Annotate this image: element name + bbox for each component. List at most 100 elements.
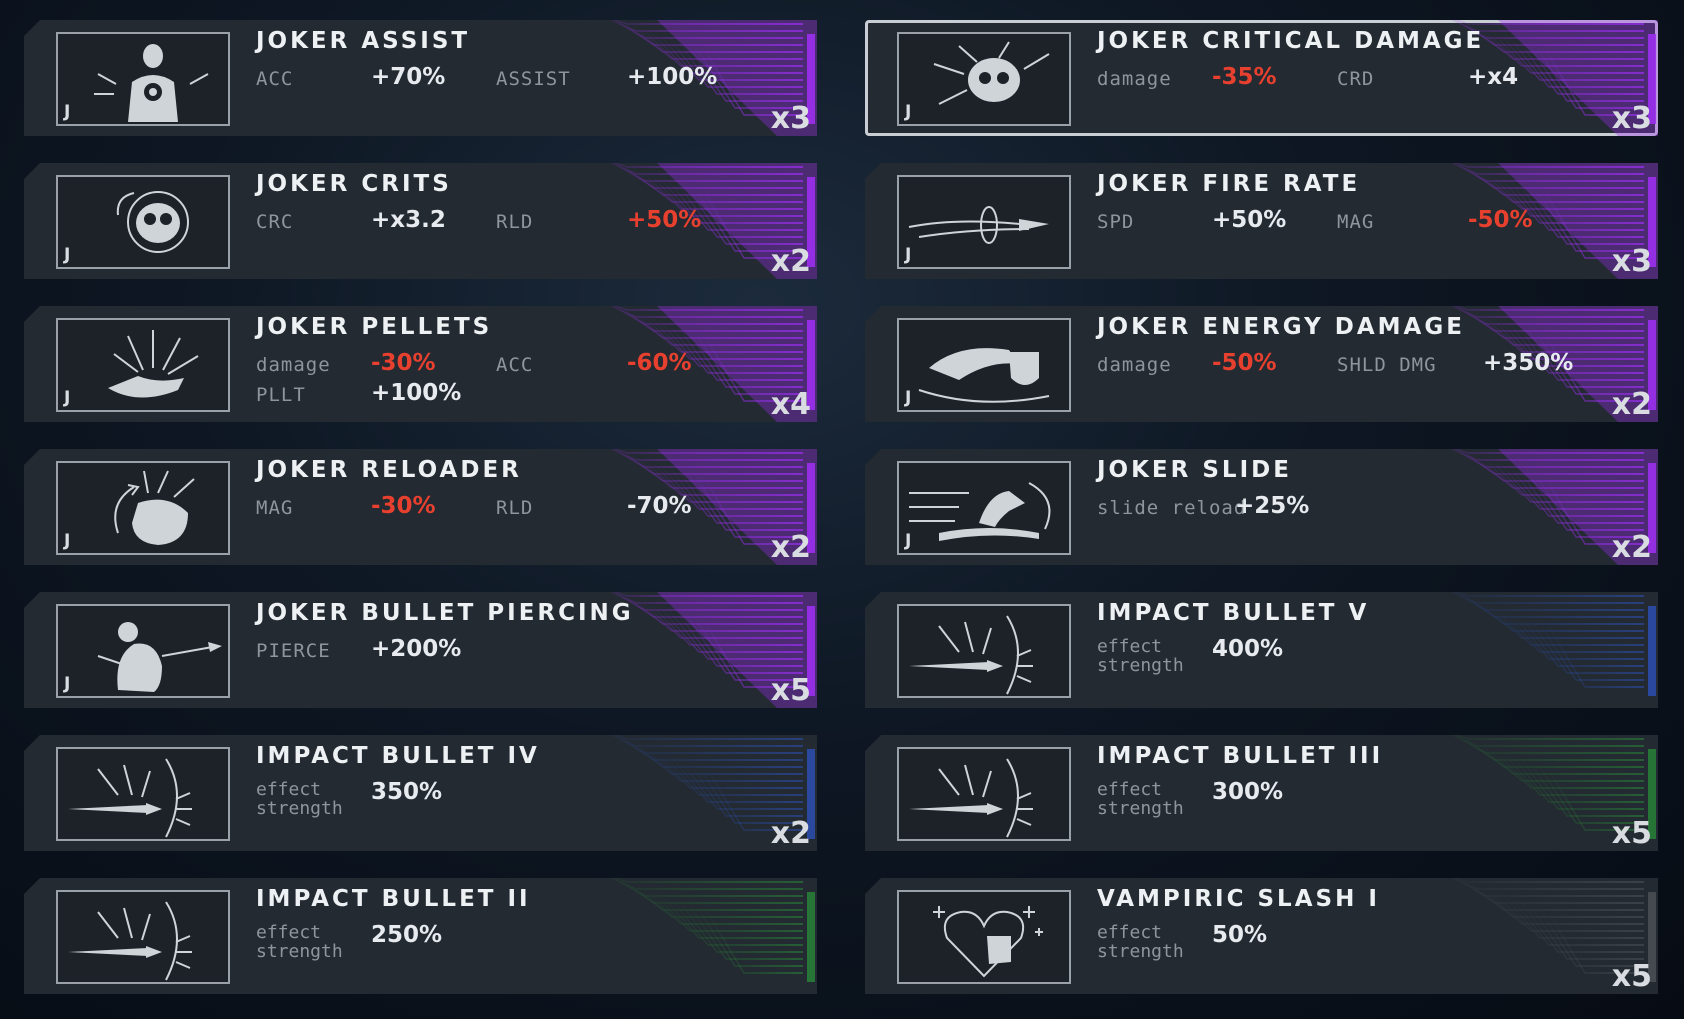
stat-value: +50% <box>627 207 702 233</box>
stat-value: +x3.2 <box>371 207 446 233</box>
stat-value: +200% <box>371 636 462 662</box>
tier-badge: J <box>64 245 71 265</box>
mod-card-joker-assist[interactable]: J JOKER ASSIST ACC +70% ASSIST +100% x3 <box>24 20 817 136</box>
stat-label: RLD <box>496 211 534 233</box>
tier-badge: J <box>905 245 912 265</box>
heart-fist-icon <box>897 890 1071 984</box>
stat-value: -70% <box>627 493 692 519</box>
mod-card-joker-bullet-piercing[interactable]: J JOKER BULLET PIERCING PIERCE +200% x5 <box>24 592 817 708</box>
stat-label: SHLD DMG <box>1337 354 1437 376</box>
stat-value: -50% <box>1212 350 1277 376</box>
mod-card-joker-reloader[interactable]: J JOKER RELOADER MAG -30% RLD -70% x2 <box>24 449 817 565</box>
tier-badge: J <box>905 531 912 551</box>
mod-card-joker-pellets[interactable]: J JOKER PELLETS damage -30% ACC -60% PLLT +100%… <box>24 306 817 422</box>
mod-count: x5 <box>1611 959 1652 994</box>
mod-card-impact-bullet-ii[interactable]: IMPACT BULLET II effect strength 250% <box>24 878 817 994</box>
mod-count: x4 <box>770 387 811 422</box>
mod-title: IMPACT BULLET V <box>1097 600 1370 626</box>
mod-count: x3 <box>1611 101 1652 136</box>
stat-label: ACC <box>256 68 294 90</box>
mod-count: x5 <box>1611 816 1652 851</box>
exploding-skull-icon: J <box>897 32 1071 126</box>
stat-label: effect strength <box>1097 922 1184 962</box>
stat-label: MAG <box>1337 211 1375 233</box>
stat-label: SPD <box>1097 211 1135 233</box>
rarity-accent <box>577 878 817 994</box>
stat-value: -30% <box>371 350 436 376</box>
stat-value: +350% <box>1483 350 1574 376</box>
mod-count: x3 <box>770 101 811 136</box>
mod-count: x2 <box>770 530 811 565</box>
stat-value: 350% <box>371 779 443 805</box>
stat-value: -60% <box>627 350 692 376</box>
stat-value: +100% <box>627 64 718 90</box>
stat-value: +x4 <box>1468 64 1519 90</box>
mod-count: x2 <box>770 244 811 279</box>
stat-label: damage <box>1097 68 1172 90</box>
stat-value: -35% <box>1212 64 1277 90</box>
stat-label: RLD <box>496 497 534 519</box>
impact-bullet-icon <box>56 890 230 984</box>
tier-badge: J <box>64 674 71 694</box>
stat-label: effect strength <box>256 922 343 962</box>
stat-value: +25% <box>1235 493 1310 519</box>
stat-label: CRD <box>1337 68 1375 90</box>
stat-value: 50% <box>1212 922 1268 948</box>
stat-value: +50% <box>1212 207 1287 233</box>
mod-title: JOKER ASSIST <box>256 28 471 54</box>
tier-badge: J <box>64 388 71 408</box>
stat-value: 400% <box>1212 636 1284 662</box>
reload-fist-icon: J <box>56 461 230 555</box>
mod-card-joker-slide[interactable]: J JOKER SLIDE slide reload +25% x2 <box>865 449 1658 565</box>
target-man-icon: J <box>56 32 230 126</box>
stat-label: effect strength <box>256 779 343 819</box>
mod-count: x2 <box>1611 530 1652 565</box>
mod-card-vampiric-slash-i[interactable]: VAMPIRIC SLASH I effect strength 50% x5 <box>865 878 1658 994</box>
mod-card-joker-fire-rate[interactable]: J JOKER FIRE RATE SPD +50% MAG -50% x3 <box>865 163 1658 279</box>
mod-title: JOKER ENERGY DAMAGE <box>1097 314 1465 340</box>
mod-title: JOKER PELLETS <box>256 314 493 340</box>
stat-label: PLLT <box>256 384 306 406</box>
mod-title: IMPACT BULLET III <box>1097 743 1384 769</box>
mod-card-impact-bullet-iii[interactable]: IMPACT BULLET III effect strength 300% x5 <box>865 735 1658 851</box>
stat-label: effect strength <box>1097 779 1184 819</box>
mod-card-joker-energy-damage[interactable]: J JOKER ENERGY DAMAGE damage -50% SHLD DMG +3… <box>865 306 1658 422</box>
mod-count: x3 <box>1611 244 1652 279</box>
mod-title: JOKER BULLET PIERCING <box>256 600 634 626</box>
mod-title: JOKER CRITS <box>256 171 452 197</box>
stat-label: PIERCE <box>256 640 331 662</box>
mod-title: IMPACT BULLET IV <box>256 743 540 769</box>
stat-value: 250% <box>371 922 443 948</box>
stat-label: slide reload <box>1097 497 1247 519</box>
sliding-runner-icon: J <box>897 461 1071 555</box>
mod-card-grid: J JOKER ASSIST ACC +70% ASSIST +100% x3 J JOKER… <box>24 20 1658 994</box>
pierced-body-icon: J <box>56 604 230 698</box>
stat-label: MAG <box>256 497 294 519</box>
mod-card-joker-critical-damage[interactable]: J JOKER CRITICAL DAMAGE damage -35% CRD +x4 x3 <box>865 20 1658 136</box>
tier-badge: J <box>64 102 71 122</box>
stat-value: -50% <box>1468 207 1533 233</box>
mod-title: JOKER FIRE RATE <box>1097 171 1361 197</box>
rarity-accent <box>1418 592 1658 708</box>
stat-label: damage <box>256 354 331 376</box>
mod-title: IMPACT BULLET II <box>256 886 531 912</box>
bullet-trail-icon: J <box>897 175 1071 269</box>
mod-card-impact-bullet-iv[interactable]: IMPACT BULLET IV effect strength 350% x2 <box>24 735 817 851</box>
tier-badge: J <box>905 102 912 122</box>
mod-title: JOKER SLIDE <box>1097 457 1292 483</box>
mod-card-impact-bullet-v[interactable]: IMPACT BULLET V effect strength 400% <box>865 592 1658 708</box>
stat-label: CRC <box>256 211 294 233</box>
mod-title: VAMPIRIC SLASH I <box>1097 886 1380 912</box>
stat-value: 300% <box>1212 779 1284 805</box>
stat-value: +100% <box>371 380 462 406</box>
mod-count: x5 <box>770 673 811 708</box>
mod-title: JOKER CRITICAL DAMAGE <box>1097 28 1485 54</box>
stat-value: +70% <box>371 64 446 90</box>
impact-bullet-icon <box>897 604 1071 698</box>
impact-bullet-icon <box>897 747 1071 841</box>
stat-label: ACC <box>496 354 534 376</box>
tier-badge: J <box>905 388 912 408</box>
mod-title: JOKER RELOADER <box>256 457 522 483</box>
mod-card-joker-crits[interactable]: J JOKER CRITS CRC +x3.2 RLD +50% x2 <box>24 163 817 279</box>
exploding-hand-icon: J <box>56 318 230 412</box>
